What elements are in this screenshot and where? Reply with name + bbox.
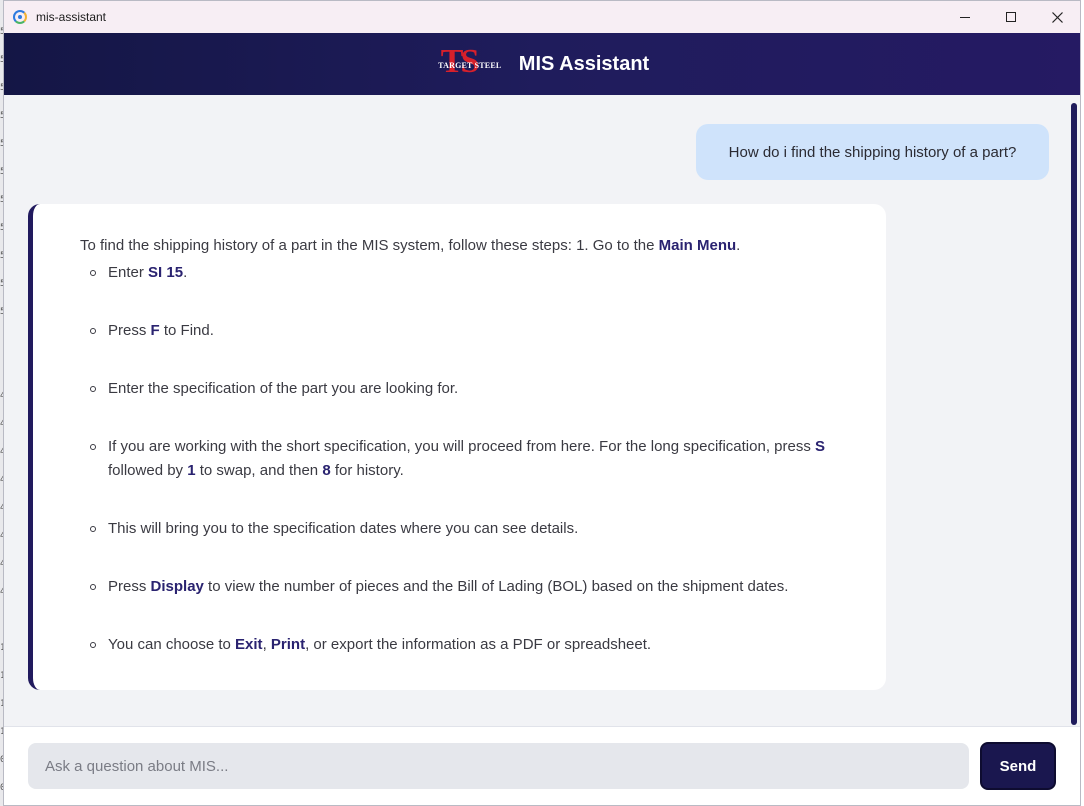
minimize-button[interactable] xyxy=(942,1,988,33)
minimize-icon xyxy=(960,16,970,18)
step-emphasis: Exit xyxy=(235,636,263,653)
app-header: TS TARGET STEEL MIS Assistant xyxy=(4,33,1080,95)
assistant-message: To find the shipping history of a part i… xyxy=(28,204,886,690)
bullet-icon xyxy=(90,526,96,532)
assistant-steps-list: Enter SI 15. Press F to Find. Enter the sp… xyxy=(80,261,868,657)
step-item: Press Display to view the number of piec… xyxy=(80,575,868,599)
bullet-icon xyxy=(90,328,96,334)
bullet-icon xyxy=(90,642,96,648)
step-text: If you are working with the short specif… xyxy=(108,438,815,455)
step-text: Press xyxy=(108,578,151,595)
bullet-icon xyxy=(90,584,96,590)
app-title: MIS Assistant xyxy=(518,52,650,75)
step-emphasis: 8 xyxy=(322,462,331,479)
assistant-intro: To find the shipping history of a part i… xyxy=(80,237,868,255)
step-text: You can choose to xyxy=(108,636,236,653)
step-item: This will bring you to the specification… xyxy=(80,517,868,541)
intro-emphasis: Main Menu xyxy=(658,237,737,254)
intro-end: . xyxy=(736,237,741,254)
step-emphasis: Display xyxy=(150,578,204,595)
step-emphasis: 1 xyxy=(187,462,196,479)
step-item: Enter SI 15. xyxy=(80,261,868,285)
chat-area[interactable]: How do i find the shipping history of a … xyxy=(4,95,1080,726)
bullet-icon xyxy=(90,270,96,276)
intro-text: To find the shipping history of a part i… xyxy=(80,237,659,254)
close-button[interactable] xyxy=(1034,1,1080,33)
window-controls xyxy=(942,1,1080,33)
step-emphasis: S xyxy=(815,438,826,455)
step-item: If you are working with the short specif… xyxy=(80,435,868,483)
step-emphasis: Print xyxy=(270,636,306,653)
step-text: to view the number of pieces and the Bil… xyxy=(203,578,789,595)
step-text: Enter xyxy=(108,264,149,281)
step-text: , or export the information as a PDF or … xyxy=(305,636,652,653)
step-emphasis: SI 15 xyxy=(148,264,184,281)
app-window: mis-assistant TS TARGET STEEL MIS Assist… xyxy=(3,0,1081,806)
step-text: to Find. xyxy=(159,322,214,339)
app-logo-icon xyxy=(13,10,27,24)
user-message: How do i find the shipping history of a … xyxy=(696,124,1049,180)
question-input[interactable] xyxy=(28,743,969,789)
composer: Send xyxy=(4,726,1080,805)
step-text: This will bring you to the specification… xyxy=(108,520,579,537)
maximize-icon xyxy=(1006,12,1016,22)
send-button[interactable]: Send xyxy=(980,742,1056,790)
step-text: Press xyxy=(108,322,151,339)
step-text: , xyxy=(262,636,271,653)
bullet-icon xyxy=(90,386,96,392)
step-text: for history. xyxy=(330,462,404,479)
logo-text: TARGET STEEL xyxy=(438,61,502,70)
title-bar: mis-assistant xyxy=(4,1,1080,33)
close-icon xyxy=(1051,11,1063,23)
step-text: followed by xyxy=(108,462,188,479)
step-text: . xyxy=(183,264,188,281)
window-title: mis-assistant xyxy=(36,10,107,24)
step-text: to swap, and then xyxy=(195,462,323,479)
bullet-icon xyxy=(90,444,96,450)
step-item: You can choose to Exit, Print, or export… xyxy=(80,633,868,657)
maximize-button[interactable] xyxy=(988,1,1034,33)
chat-scrollbar[interactable] xyxy=(1071,103,1077,725)
step-item: Enter the specification of the part you … xyxy=(80,377,868,401)
target-steel-logo: TS TARGET STEEL xyxy=(435,44,505,82)
step-item: Press F to Find. xyxy=(80,319,868,343)
step-emphasis: F xyxy=(150,322,160,339)
step-text: Enter the specification of the part you … xyxy=(108,380,459,397)
